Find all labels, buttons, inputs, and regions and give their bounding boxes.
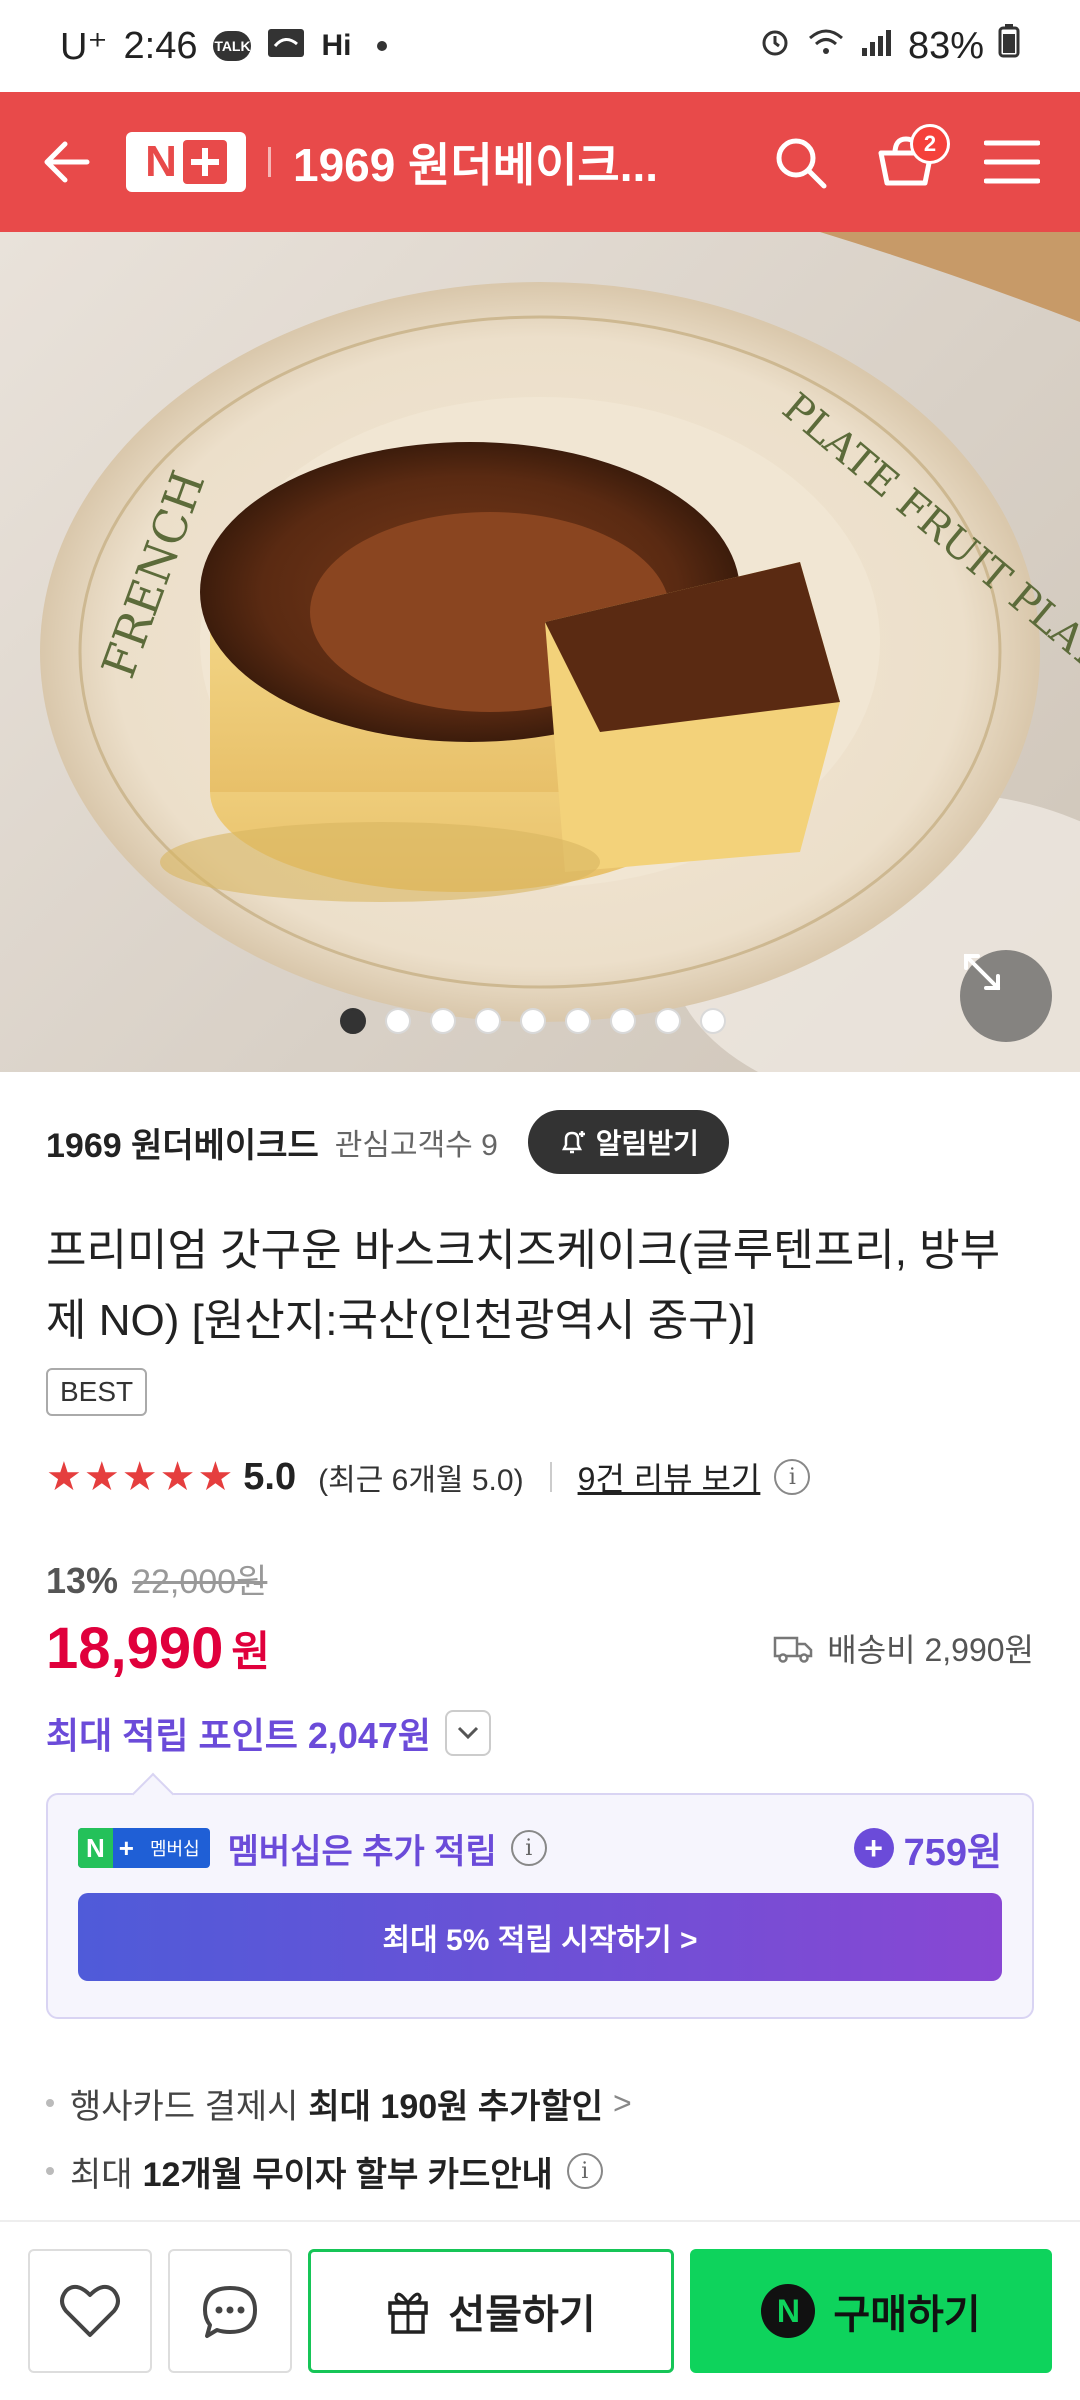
info-icon[interactable]: i: [566, 2153, 603, 2189]
star-rating: ★ ★ ★ ★ ★: [46, 1457, 233, 1497]
star-icon: ★: [83, 1455, 120, 1499]
cart-icon[interactable]: 2: [874, 124, 950, 194]
top-app-bar: N 1969 원더베이크... 2: [0, 92, 1080, 232]
product-info: 1969 원더베이크드 관심고객수 9 알림받기 프리미엄 갓구운 바스크치즈케…: [0, 1072, 1080, 2205]
notification-dot-icon: [377, 41, 388, 51]
back-arrow-icon[interactable]: [36, 132, 96, 192]
signal-icon: [860, 25, 894, 68]
battery-percent: 83%: [907, 24, 984, 67]
carousel-dot[interactable]: [340, 1008, 366, 1034]
follower-count: 관심고객수 9: [334, 1129, 498, 1162]
bottom-action-bar: 선물하기 N 구매하기: [0, 2220, 1080, 2400]
menu-icon[interactable]: [980, 130, 1044, 194]
product-photo: FRENCH PLATE FRUIT PLATE IS DELICIOUS: [40, 232, 1080, 1072]
card-discount-item[interactable]: 행사카드 결제시 최대 190원 추가할인 >: [46, 2069, 1034, 2137]
product-title: 프리미엄 갓구운 바스크치즈케이크(글루텐프리, 방부제 NO) [원산지:국산…: [46, 1226, 1001, 1345]
carousel-dot[interactable]: [565, 1008, 591, 1034]
bullet-icon: [46, 2167, 54, 2175]
notify-label: 알림받기: [595, 1128, 699, 1159]
carousel-dot[interactable]: [655, 1008, 681, 1034]
shipping-label: 배송비 2,990원: [827, 1632, 1034, 1668]
genie-icon: [267, 25, 305, 68]
info-icon[interactable]: i: [510, 1830, 547, 1866]
plus-circle-icon: +: [853, 1828, 894, 1868]
review-link[interactable]: 9건 리뷰 보기: [578, 1454, 761, 1500]
carousel-dot[interactable]: [610, 1008, 636, 1034]
membership-card: N + 멤버십 멤버십은 추가 적립 i + 759원 최대 5% 적립 시작하…: [46, 1793, 1034, 2019]
chevron-down-icon: [458, 1726, 479, 1740]
store-title[interactable]: 1969 원더베이크...: [293, 129, 703, 195]
clock: 2:46: [123, 24, 198, 67]
carousel-pagination[interactable]: [340, 1008, 726, 1034]
store-name[interactable]: 1969 원더베이크드: [46, 1118, 319, 1167]
sale-price: 18,990: [46, 1615, 224, 1681]
carousel-dot[interactable]: [475, 1008, 501, 1034]
rating-row: ★ ★ ★ ★ ★ 5.0 (최근 6개월 5.0) 9건 리뷰 보기 i: [46, 1452, 1034, 1502]
carousel-dot[interactable]: [430, 1008, 456, 1034]
expand-icon: [964, 954, 1000, 990]
rating-score: 5.0: [243, 1455, 297, 1498]
carousel-dot[interactable]: [700, 1008, 726, 1034]
star-icon: ★: [121, 1455, 158, 1499]
max-points: 최대 적립 포인트 2,047원: [46, 1715, 432, 1756]
divider: [549, 1462, 552, 1492]
chevron-right-icon: >: [613, 2084, 632, 2121]
gift-button[interactable]: 선물하기: [308, 2249, 674, 2373]
notify-button[interactable]: 알림받기: [527, 1110, 729, 1174]
cart-count-badge: 2: [910, 124, 950, 164]
points-expand-button[interactable]: [445, 1710, 492, 1756]
wifi-icon: [806, 25, 846, 68]
carousel-dot[interactable]: [520, 1008, 546, 1034]
star-icon: ★: [197, 1455, 234, 1499]
buy-label: 구매하기: [833, 2293, 981, 2337]
recent-rating: (최근 6개월 5.0): [318, 1464, 524, 1497]
product-image-carousel[interactable]: FRENCH PLATE FRUIT PLATE IS DELICIOUS: [0, 232, 1080, 1072]
header-divider: [268, 147, 271, 177]
membership-text: 멤버십은 추가 적립: [227, 1832, 497, 1871]
expand-image-button[interactable]: [960, 950, 1052, 1042]
price-area: 13% 22,000원 18,990 원 배송비 2,990원 최대 적립 포인…: [46, 1554, 1034, 1759]
original-price: 22,000원: [132, 1563, 268, 1601]
bell-plus-icon: [561, 1131, 585, 1154]
status-bar: U⁺ 2:46 TALK Hi 83%: [0, 0, 1080, 92]
alarm-icon: [758, 24, 792, 68]
talk-button[interactable]: [168, 2249, 292, 2373]
star-icon: ★: [46, 1455, 82, 1499]
info-icon[interactable]: i: [774, 1459, 811, 1495]
npay-icon: N: [761, 2284, 816, 2338]
gift-label: 선물하기: [448, 2293, 596, 2337]
hi-icon: Hi: [321, 29, 352, 62]
carrier-label: U⁺: [60, 25, 108, 68]
star-icon: ★: [159, 1455, 196, 1499]
truck-icon: [774, 1636, 813, 1663]
installment-item[interactable]: 최대 12개월 무이자 할부 카드안내 i: [46, 2137, 1034, 2205]
heart-icon: [60, 2284, 120, 2337]
chat-bubble-icon: [203, 2286, 257, 2338]
talk-icon: TALK: [213, 31, 252, 61]
nplus-membership-badge: N + 멤버십: [78, 1828, 210, 1868]
shipping-fee: 배송비 2,990원: [773, 1625, 1034, 1671]
search-icon[interactable]: [768, 130, 832, 194]
battery-icon: [998, 24, 1020, 68]
benefit-list: 행사카드 결제시 최대 190원 추가할인 > 최대 12개월 무이자 할부 카…: [46, 2069, 1034, 2205]
gift-icon: [388, 2292, 429, 2334]
bullet-icon: [46, 2099, 54, 2107]
currency-unit: 원: [231, 1627, 271, 1675]
carousel-dot[interactable]: [385, 1008, 411, 1034]
wishlist-button[interactable]: [28, 2249, 152, 2373]
membership-start-button[interactable]: 최대 5% 적립 시작하기 >: [78, 1893, 1002, 1981]
nplus-store-logo[interactable]: N: [126, 132, 246, 192]
discount-rate: 13%: [46, 1560, 119, 1601]
membership-points: 759원: [903, 1831, 1002, 1874]
buy-button[interactable]: N 구매하기: [690, 2249, 1052, 2373]
best-badge: BEST: [46, 1368, 148, 1416]
